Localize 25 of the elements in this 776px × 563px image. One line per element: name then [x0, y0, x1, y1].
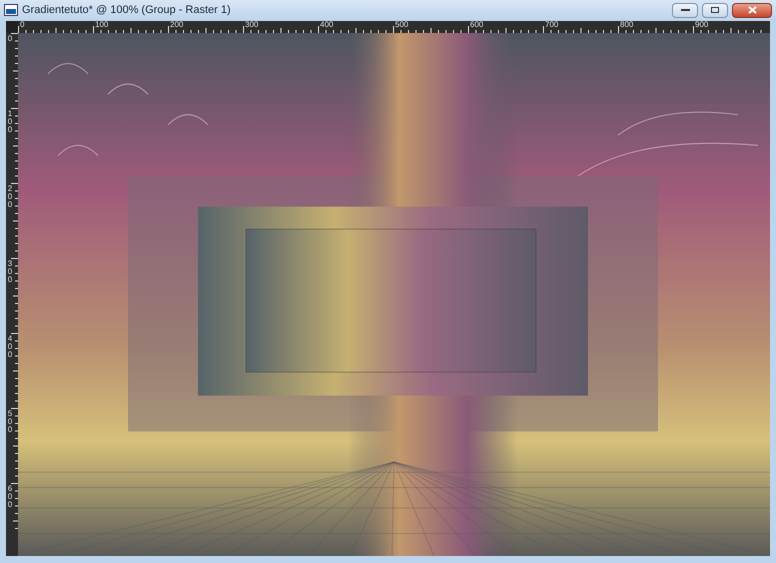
- minimize-icon: [680, 9, 690, 11]
- maximize-button[interactable]: [702, 2, 728, 18]
- ruler-label: 900: [695, 21, 708, 29]
- ruler-label: 400: [6, 335, 14, 359]
- maximize-icon: [711, 7, 719, 13]
- close-icon: [748, 6, 756, 14]
- app-icon: [4, 4, 18, 16]
- ruler-label: 100: [95, 21, 108, 29]
- window-title: Gradientetuto* @ 100% (Group - Raster 1): [22, 2, 232, 18]
- ruler-label: 300: [6, 260, 14, 284]
- ruler-label: 100: [6, 110, 14, 134]
- close-button[interactable]: [732, 2, 772, 18]
- ruler-label: 500: [6, 410, 14, 434]
- ruler-label: 400: [320, 21, 334, 29]
- ruler-label: 0: [6, 35, 14, 43]
- ruler-label: 500: [395, 21, 408, 29]
- minimize-button[interactable]: [672, 2, 698, 18]
- ruler-label: 600: [470, 21, 484, 29]
- ruler-label: 700: [545, 21, 558, 29]
- ruler-label: 200: [170, 21, 184, 29]
- ruler-label: 800: [620, 21, 634, 29]
- ruler-label: 200: [6, 185, 14, 209]
- ruler-label: 300: [245, 21, 258, 29]
- ruler-label: 600: [6, 485, 14, 509]
- ruler-label: 0: [20, 21, 24, 29]
